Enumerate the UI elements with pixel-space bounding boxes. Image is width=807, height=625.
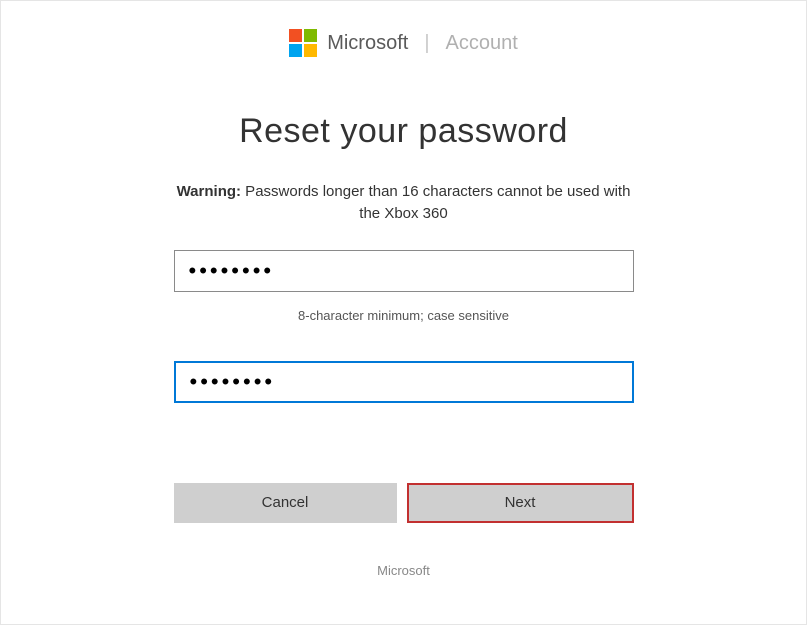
- warning-label: Warning:: [177, 183, 241, 200]
- warning-message: Warning: Passwords longer than 16 charac…: [174, 181, 634, 225]
- brand-name: Microsoft: [327, 32, 408, 55]
- header: Microsoft | Account: [1, 1, 806, 57]
- new-password-input[interactable]: [174, 250, 634, 292]
- cancel-button[interactable]: Cancel: [174, 483, 397, 523]
- password-hint: 8-character minimum; case sensitive: [174, 308, 634, 323]
- microsoft-logo-icon: [289, 29, 317, 57]
- confirm-password-input[interactable]: [174, 361, 634, 403]
- section-name: Account: [446, 32, 518, 55]
- next-button[interactable]: Next: [407, 483, 634, 523]
- button-row: Cancel Next: [174, 483, 634, 523]
- main-content: Reset your password Warning: Passwords l…: [174, 112, 634, 578]
- footer-text: Microsoft: [174, 563, 634, 578]
- page-title: Reset your password: [174, 112, 634, 151]
- warning-text: Passwords longer than 16 characters cann…: [241, 183, 630, 222]
- divider: |: [424, 32, 429, 55]
